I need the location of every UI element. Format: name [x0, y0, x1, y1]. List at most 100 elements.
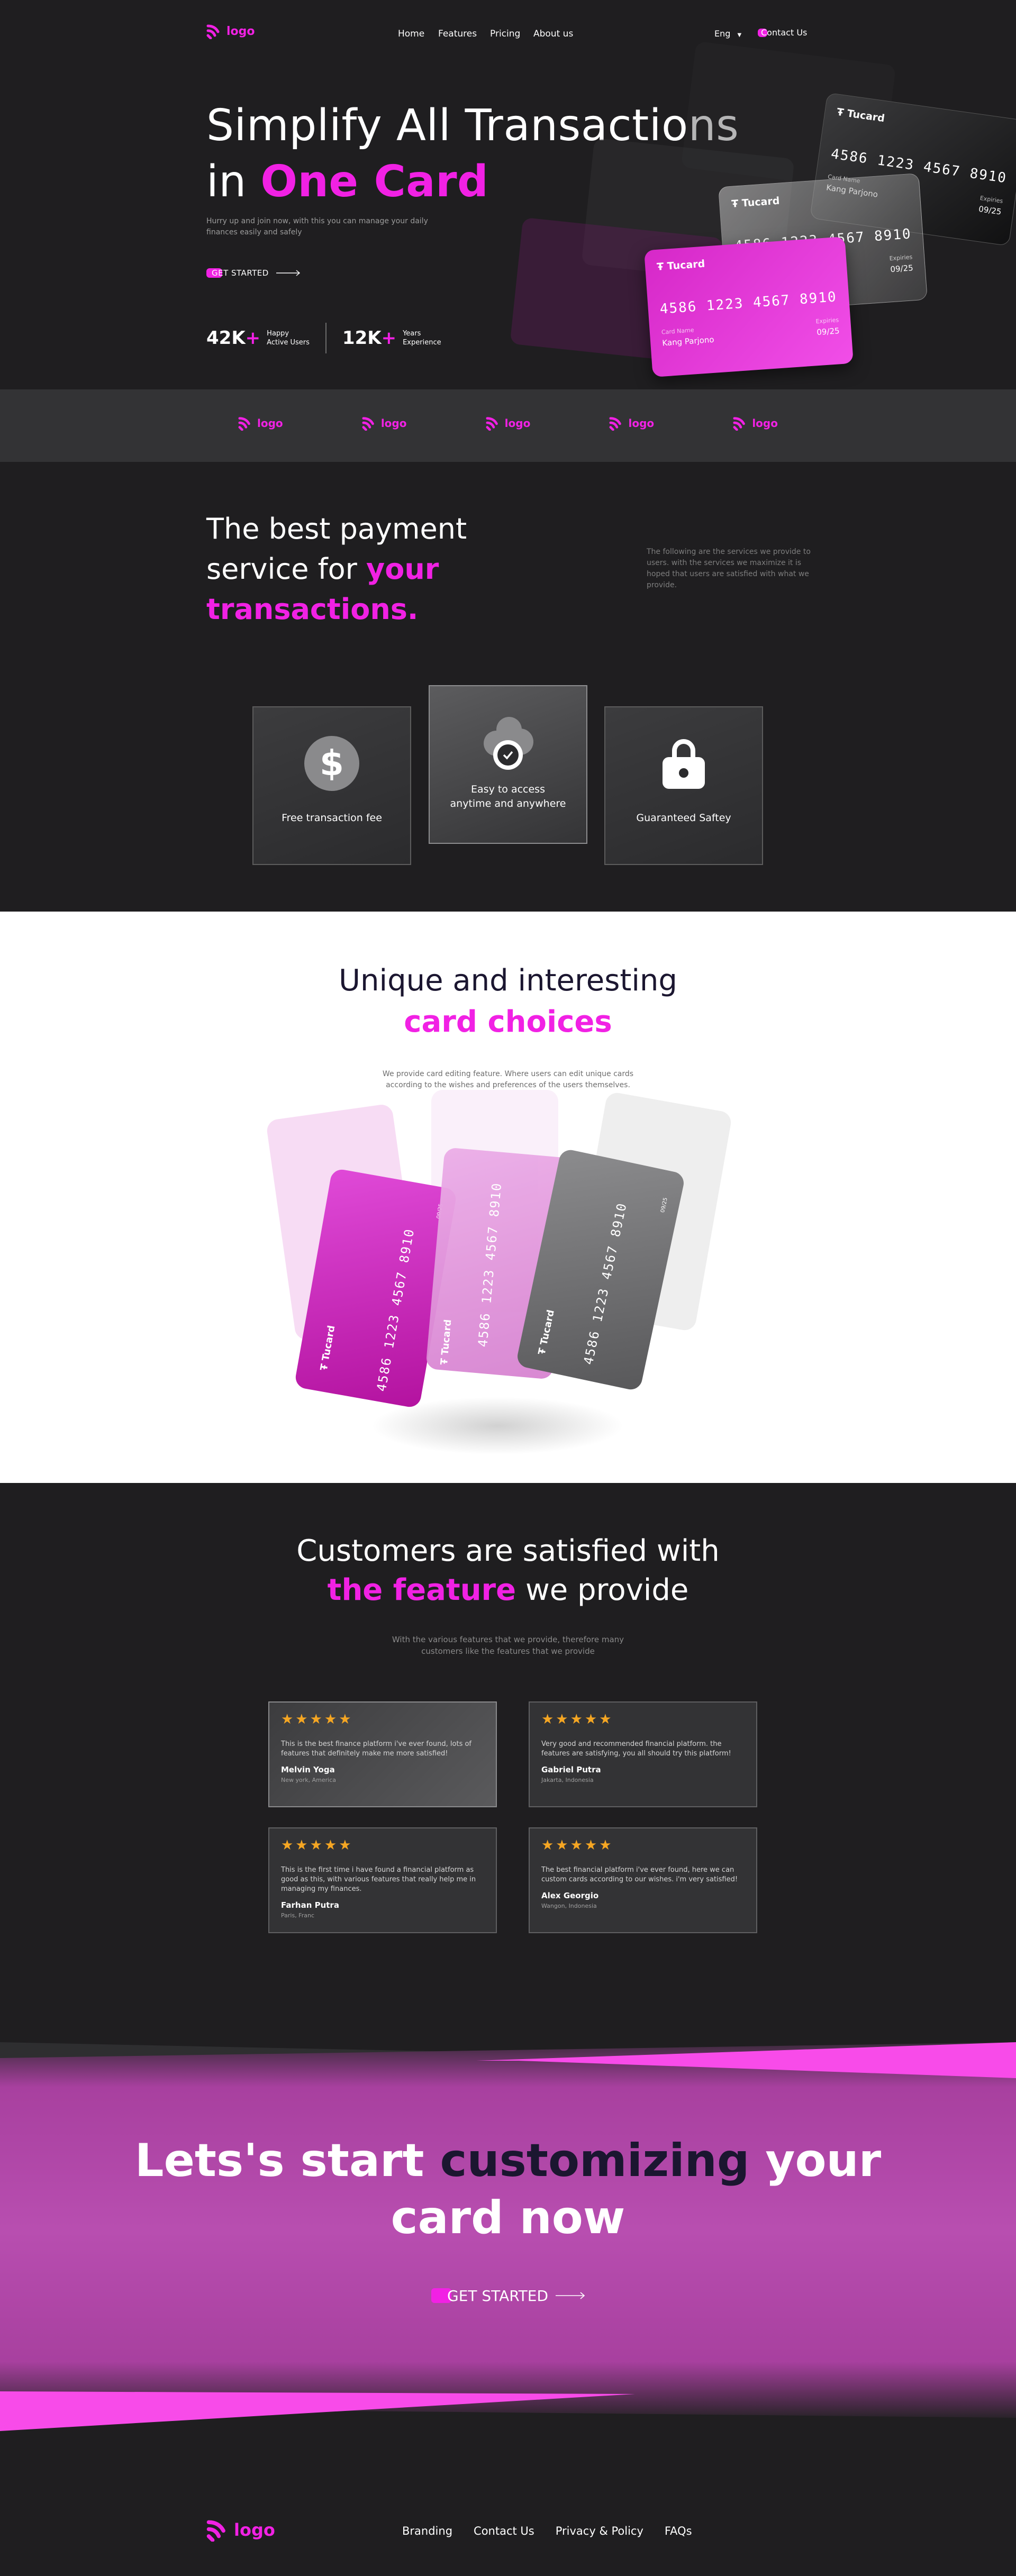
testimonials-title: Customers are satisfied with the feature… [296, 1534, 720, 1607]
nav-home[interactable]: Home [398, 29, 424, 39]
partner-logo: logo [609, 416, 654, 431]
language-value: Eng [714, 29, 731, 39]
partner-logo: logo [238, 416, 283, 431]
logo-icon [609, 417, 622, 431]
rating-stars: ★★★★★ [281, 1712, 353, 1727]
hero-title-highlight: One Card [260, 157, 489, 207]
review-name: Melvin Yoga [281, 1765, 335, 1774]
logo-icon [733, 417, 746, 431]
stat-years: 12K + Years Experience [342, 327, 441, 349]
card-choices-title: Unique and interesting card choices [339, 963, 677, 1039]
card-number: 4586 1223 4567 8910 [580, 1201, 630, 1366]
hero-card-magenta: Ŧ Tucard 4586 1223 4567 8910 Card Name K… [644, 236, 854, 377]
stat-users-value: 42K [206, 327, 246, 349]
cloud-check-icon [476, 713, 540, 771]
card-expiry-label: Expiries [815, 316, 839, 325]
nav-about[interactable]: About us [533, 29, 573, 39]
partner-logo: logo [733, 416, 778, 431]
feature-label: Easy to access anytime and anywhere [450, 784, 566, 809]
footer-link-branding[interactable]: Branding [402, 2525, 452, 2537]
card-brand: Ŧ Tucard [536, 1308, 557, 1356]
nav-pricing[interactable]: Pricing [490, 29, 520, 39]
feature-easy-access: Easy to access anytime and anywhere [429, 685, 587, 844]
partner-logo: logo [486, 416, 530, 431]
partner-logos: logo logo logo logo logo [238, 416, 778, 431]
review-name: Farhan Putra [281, 1900, 339, 1910]
feature-safety: Guaranteed Saftey [604, 706, 763, 865]
review-text: This is the first time i have found a fi… [281, 1866, 476, 1893]
stat-users-plus: + [245, 327, 261, 349]
review-card: ★★★★★ This is the first time i have foun… [268, 1827, 497, 1933]
card-expiry: 09/25 [890, 263, 914, 275]
hero-get-started-button[interactable]: GET STARTED [206, 266, 301, 280]
contact-button[interactable]: Contact Us [758, 28, 807, 38]
review-location: Paris, Franc [281, 1912, 314, 1919]
stat-years-plus: + [381, 327, 397, 349]
arrow-right-icon [276, 270, 300, 276]
services-title: The best payment service for your transa… [206, 512, 467, 626]
review-card: ★★★★★ This is the best finance platform … [268, 1701, 497, 1807]
footer-logo-text: logo [234, 2520, 275, 2540]
logo-icon [362, 417, 374, 431]
rating-stars: ★★★★★ [541, 1837, 614, 1853]
banner-get-started-button[interactable]: GET STARTED [431, 2287, 585, 2305]
logo-icon [206, 24, 220, 39]
services-description: The following are the services we provid… [647, 548, 811, 589]
footer-link-faqs[interactable]: FAQs [665, 2525, 692, 2537]
footer-link-contact[interactable]: Contact Us [474, 2525, 534, 2537]
feature-free-fee: $ Free transaction fee [252, 706, 411, 865]
logo-text: logo [226, 24, 255, 38]
stat-years-value: 12K [342, 327, 382, 349]
banner-cta-label: GET STARTED [447, 2287, 549, 2305]
card-expiry: 09/25 [978, 204, 1002, 217]
card-holder-label: Card Name [661, 326, 694, 336]
review-text: Very good and recommended financial plat… [541, 1740, 731, 1758]
stat-users-label1: Happy [267, 330, 289, 338]
rating-stars: ★★★★★ [541, 1712, 614, 1727]
card-number: 4586 1223 4567 8910 [374, 1227, 418, 1393]
stat-divider [325, 323, 326, 353]
stat-years-label2: Experience [403, 339, 441, 347]
card-brand: Ŧ Tucard [656, 258, 705, 273]
review-card: ★★★★★ Very good and recommended financia… [529, 1701, 757, 1807]
logo-icon [206, 2520, 225, 2542]
review-text: This is the best finance platform i've e… [281, 1740, 472, 1758]
lock-icon [656, 736, 711, 791]
card-number: 4586 1223 4567 8910 [659, 289, 838, 317]
card-brand: Ŧ Tucard [318, 1324, 338, 1372]
card-expiry-label: Expiries [979, 194, 1004, 205]
review-text: The best financial platform i've ever fo… [541, 1866, 738, 1883]
review-card: ★★★★★ The best financial platform i've e… [529, 1827, 757, 1933]
stat-users-label2: Active Users [267, 339, 310, 347]
rating-stars: ★★★★★ [281, 1837, 353, 1853]
hero-stats: 42K + Happy Active Users 12K + Years Exp… [206, 323, 441, 353]
partner-logo: logo [362, 416, 406, 431]
feature-label: Free transaction fee [282, 812, 382, 824]
feature-label: Guaranteed Saftey [636, 812, 731, 824]
footer-logo[interactable]: logo [206, 2518, 275, 2542]
stat-years-label1: Years [403, 330, 421, 338]
review-name: Alex Georgio [541, 1891, 599, 1900]
card-choices-description: We provide card editing feature. Where u… [382, 1070, 634, 1089]
card-expiry: 09/25 [816, 326, 840, 338]
card-expiry-label: Expiries [889, 253, 913, 262]
card-brand: Ŧ Tucard [836, 106, 886, 125]
card-brand: Ŧ Tucard [438, 1318, 454, 1366]
testimonials-description: With the various features that we provid… [392, 1635, 624, 1656]
nav-logo[interactable]: logo [206, 23, 255, 39]
card-number: 4586 1223 4567 8910 [475, 1181, 505, 1348]
stat-users: 42K + Happy Active Users [206, 327, 310, 349]
chevron-down-icon: ▼ [737, 32, 742, 38]
footer-links: Branding Contact Us Privacy & Policy FAQ… [402, 2525, 692, 2537]
hero-cta-label: GET STARTED [212, 268, 269, 278]
footer-link-privacy[interactable]: Privacy & Policy [556, 2525, 643, 2537]
logo-icon [238, 417, 250, 431]
card-expiry: 09/25 [660, 1197, 669, 1214]
nav-features[interactable]: Features [438, 29, 477, 39]
contact-label: Contact Us [761, 28, 808, 38]
landing-page: logo Home Features Pricing About us Eng … [0, 0, 1016, 2576]
card-holder: Kang Parjono [661, 334, 715, 348]
review-location: Jakarta, Indonesia [541, 1777, 594, 1783]
banner-title: Lets's start customizing your card now [134, 2134, 882, 2244]
language-select[interactable]: Eng ▼ [714, 29, 741, 39]
